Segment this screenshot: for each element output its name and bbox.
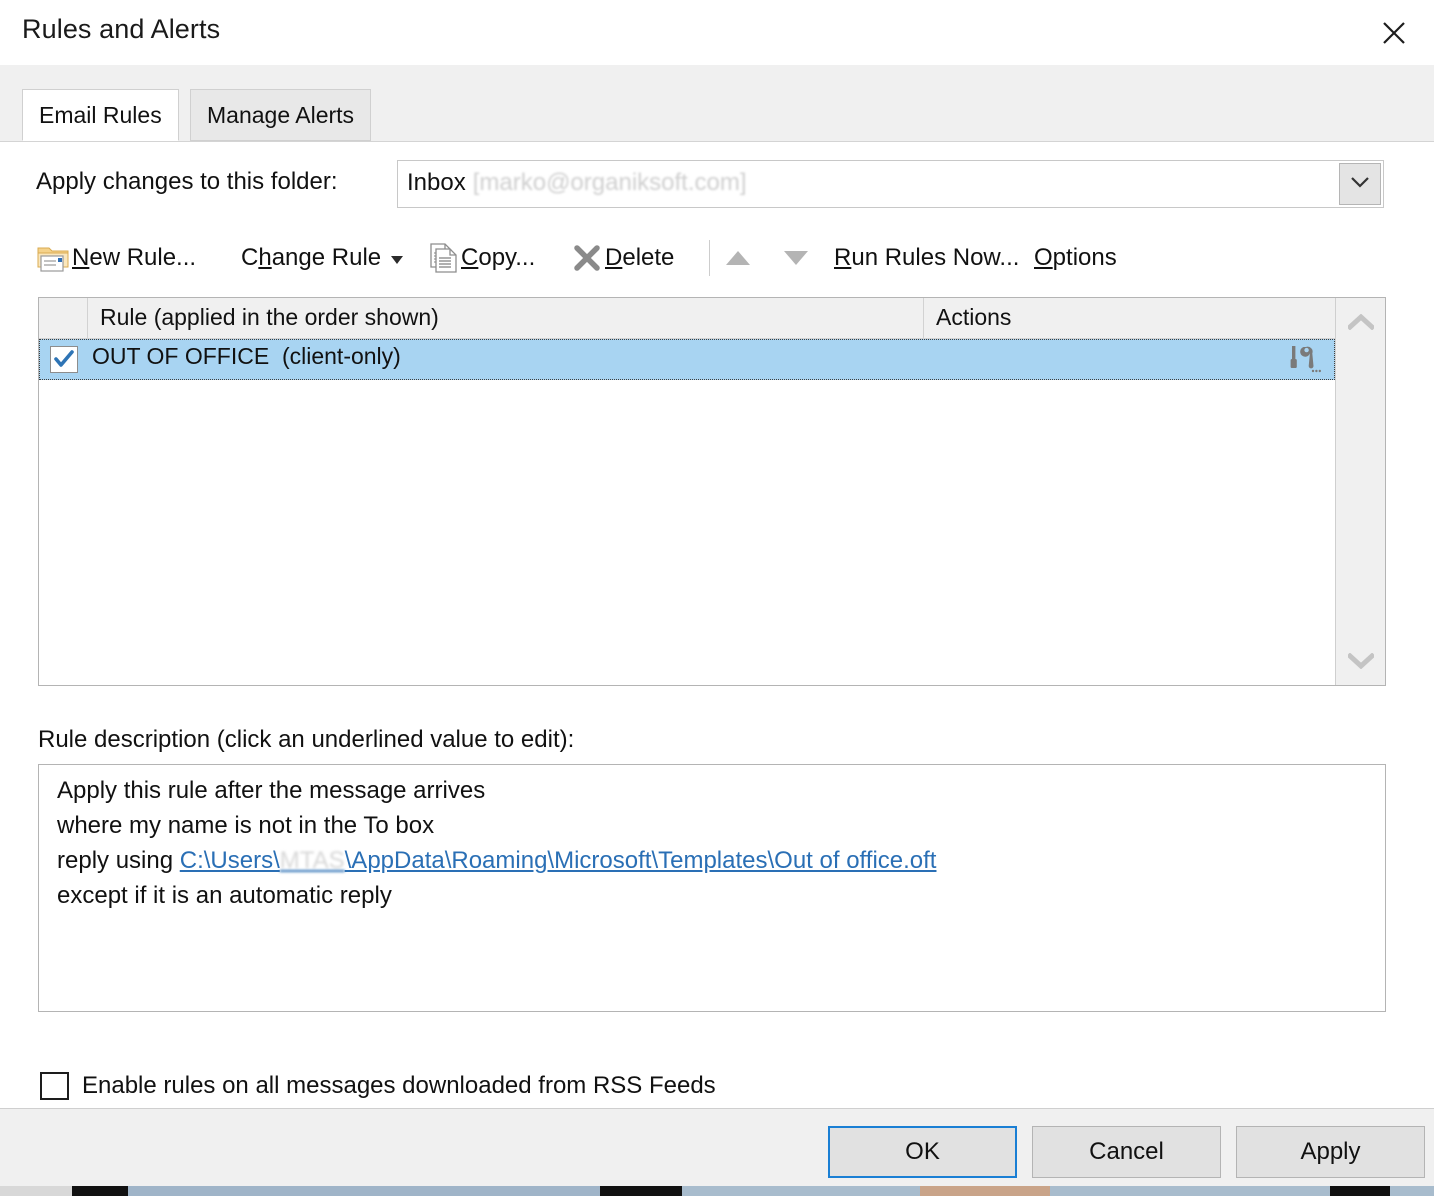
cancel-button[interactable]: Cancel bbox=[1032, 1126, 1221, 1178]
rss-feeds-label: Enable rules on all messages downloaded … bbox=[82, 1072, 716, 1099]
run-rules-now-button[interactable]: Run Rules Now... bbox=[832, 234, 1019, 282]
bg-seg-dark-1 bbox=[72, 1186, 128, 1196]
page-title: Rules and Alerts bbox=[22, 14, 221, 44]
chevron-up-icon[interactable] bbox=[1336, 298, 1385, 346]
folder-combobox[interactable]: Inbox [marko@organiksoft.com] bbox=[397, 160, 1384, 208]
bg-seg-dark-3 bbox=[1330, 1186, 1390, 1196]
rss-feeds-option[interactable]: Enable rules on all messages downloaded … bbox=[38, 1070, 1238, 1110]
delete-label: Delete bbox=[605, 244, 675, 271]
rule-enabled-checkbox[interactable] bbox=[50, 346, 78, 373]
copy-button[interactable]: Copy... bbox=[429, 234, 535, 282]
copy-label: Copy... bbox=[461, 244, 536, 271]
template-path-link[interactable]: C:\Users\MTAS\AppData\Roaming\Microsoft\… bbox=[180, 847, 937, 874]
table-row[interactable]: OUT OF OFFICE (client-only) bbox=[39, 339, 1335, 380]
options-button[interactable]: Options bbox=[1032, 234, 1117, 282]
description-line-3-prefix: reply using bbox=[57, 847, 180, 874]
new-rule-button[interactable]: New Rule... bbox=[36, 234, 196, 282]
dialog-footer: OK Cancel Apply bbox=[0, 1108, 1434, 1186]
copy-pages-icon bbox=[429, 241, 459, 275]
description-line-2: where my name is not in the To box bbox=[57, 812, 435, 839]
bg-seg-dark-2 bbox=[600, 1186, 682, 1196]
tab-email-rules[interactable]: Email Rules bbox=[22, 89, 179, 141]
folder-label: Apply changes to this folder: bbox=[36, 168, 338, 195]
description-line-1: Apply this rule after the message arrive… bbox=[57, 777, 486, 804]
rule-description-box[interactable]: Apply this rule after the message arrive… bbox=[38, 764, 1386, 1012]
column-header-actions[interactable]: Actions bbox=[923, 298, 1335, 338]
delete-button[interactable]: Delete bbox=[571, 234, 674, 282]
template-path-username-redacted: MTAS bbox=[279, 847, 345, 874]
bg-seg-tan bbox=[920, 1186, 1050, 1196]
chevron-down-icon bbox=[391, 256, 404, 264]
close-icon[interactable] bbox=[1374, 13, 1414, 53]
run-rules-now-label: Run Rules Now... bbox=[834, 244, 1020, 271]
options-label: Options bbox=[1034, 244, 1117, 271]
folder-combobox-value: Inbox [marko@organiksoft.com] bbox=[407, 169, 747, 197]
title-bar: Rules and Alerts bbox=[0, 0, 1434, 65]
change-rule-label: Change Rule bbox=[241, 244, 382, 271]
template-path-suffix: \AppData\Roaming\Microsoft\Templates\Out… bbox=[344, 847, 937, 874]
bg-seg-far-right bbox=[1390, 1186, 1434, 1196]
tab-strip: Email Rules Manage Alerts bbox=[0, 65, 1434, 141]
rules-list: Rule (applied in the order shown) Action… bbox=[38, 297, 1386, 686]
description-line-3: reply using C:\Users\MTAS\AppData\Roamin… bbox=[57, 847, 936, 875]
description-line-4: except if it is an automatic reply bbox=[57, 882, 392, 909]
rules-toolbar: New Rule... Change Rule Copy... Delete R… bbox=[36, 234, 1386, 282]
column-header-checkbox[interactable] bbox=[39, 298, 87, 338]
arrow-down-icon[interactable] bbox=[781, 246, 811, 270]
chevron-down-icon[interactable] bbox=[1336, 637, 1385, 685]
folder-dropdown-button[interactable] bbox=[1339, 163, 1381, 205]
new-rule-label: New Rule... bbox=[72, 244, 197, 271]
dialog-content: Apply changes to this folder: Inbox [mark… bbox=[0, 141, 1434, 1108]
apply-button[interactable]: Apply bbox=[1236, 1126, 1425, 1178]
rules-list-header: Rule (applied in the order shown) Action… bbox=[39, 298, 1385, 339]
rss-feeds-checkbox[interactable] bbox=[40, 1072, 69, 1100]
rule-name: OUT OF OFFICE (client-only) bbox=[92, 343, 401, 369]
template-path-prefix: C:\Users\ bbox=[179, 847, 280, 874]
column-header-rule[interactable]: Rule (applied in the order shown) bbox=[87, 298, 923, 338]
arrow-up-icon[interactable] bbox=[723, 246, 753, 270]
toolbar-separator bbox=[709, 240, 710, 276]
background-window-sliver bbox=[0, 1186, 1434, 1196]
bg-seg-left bbox=[0, 1186, 72, 1196]
tools-wrench-screwdriver-icon bbox=[1287, 344, 1321, 376]
bg-seg-right-2 bbox=[1050, 1186, 1330, 1196]
tab-manage-alerts[interactable]: Manage Alerts bbox=[190, 89, 372, 141]
bg-seg-right bbox=[682, 1186, 920, 1196]
apply-changes-row: Apply changes to this folder: Inbox [mark… bbox=[0, 160, 1434, 208]
ok-button[interactable]: OK bbox=[828, 1126, 1017, 1178]
change-rule-button[interactable]: Change Rule bbox=[239, 234, 404, 282]
bg-seg-mid bbox=[128, 1186, 600, 1196]
new-rule-folder-icon bbox=[36, 242, 70, 274]
delete-x-icon bbox=[571, 243, 603, 273]
rules-and-alerts-dialog: Rules and Alerts Email Rules Manage Aler… bbox=[0, 0, 1434, 1196]
rules-list-scrollbar[interactable] bbox=[1335, 298, 1385, 685]
folder-value-text: Inbox bbox=[407, 169, 466, 196]
rule-description-label: Rule description (click an underlined va… bbox=[38, 726, 575, 753]
folder-value-account: [marko@organiksoft.com] bbox=[472, 169, 747, 196]
